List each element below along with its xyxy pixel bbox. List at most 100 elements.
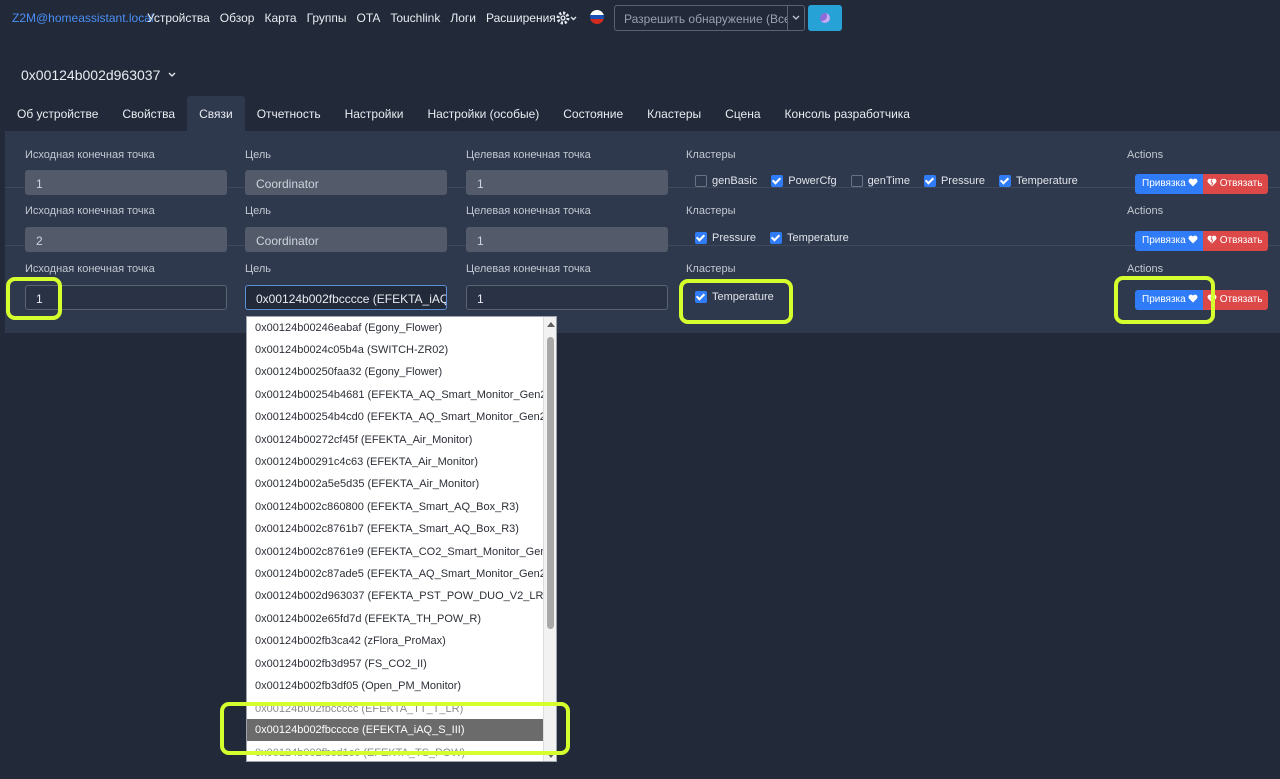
dropdown-option[interactable]: 0x00124b002fb3ca42 (zFlora_ProMax) [247, 630, 544, 652]
source-endpoint-select[interactable]: 1 [25, 285, 227, 310]
tab-settings-specific[interactable]: Настройки (особые) [415, 96, 551, 131]
cluster-label: PowerCfg [788, 175, 837, 187]
dropdown-option[interactable]: 0x00124b002c87ade5 (EFEKTA_AQ_Smart_Moni… [247, 563, 544, 585]
brand-link[interactable]: Z2M@homeassistant.local [12, 11, 154, 25]
broken-heart-icon [1207, 294, 1217, 306]
cluster-label: Pressure [940, 175, 985, 187]
scroll-up-icon[interactable] [547, 322, 555, 327]
bind-button-label: Привязка [1142, 235, 1186, 246]
bind-button-label: Привязка [1142, 294, 1186, 305]
device-title: 0x00124b002d963037 [21, 67, 161, 83]
permit-join-dropdown[interactable] [787, 5, 805, 31]
nav-link-touchlink[interactable]: Touchlink [390, 11, 440, 25]
permit-join-button[interactable]: Разрешить обнаружение (Все) [614, 5, 795, 31]
theme-toggle-button[interactable] [808, 5, 842, 31]
dropdown-option[interactable]: 0x00124b00291c4c63 (EFEKTA_Air_Monitor) [247, 451, 544, 473]
target-dropdown-list[interactable]: 0x00124b00246eabaf (Egony_Flower) 0x0012… [246, 316, 557, 762]
cluster-checkbox-temperature[interactable] [695, 291, 707, 303]
dropdown-option[interactable]: 0x00124b00246eabaf (Egony_Flower) [247, 317, 544, 339]
clusters-label: Кластеры [686, 149, 736, 161]
source-endpoint-label: Исходная конечная точка [25, 149, 155, 161]
tab-exposes[interactable]: Свойства [110, 96, 187, 131]
bind-button[interactable]: Привязка [1135, 290, 1203, 310]
cluster-label: genTime [867, 175, 910, 187]
cluster-checkbox-pressure[interactable] [923, 175, 936, 187]
top-navbar: Z2M@homeassistant.local Устройства Обзор… [0, 0, 1280, 36]
nav-link-groups[interactable]: Группы [307, 11, 347, 25]
tab-settings[interactable]: Настройки [333, 96, 416, 131]
dropdown-option[interactable]: 0x00124b002fb3d957 (FS_CO2_II) [247, 653, 544, 675]
cluster-label: Temperature [712, 291, 774, 303]
cluster-label: Temperature [787, 232, 849, 244]
dropdown-scrollbar[interactable] [543, 317, 556, 761]
device-tabs: Об устройстве Свойства Связи Отчетность … [5, 96, 922, 131]
dropdown-option[interactable]: 0x00124b002e65fd7d (EFEKTA_TH_POW_R) [247, 608, 544, 630]
cluster-checkbox-pressure[interactable] [695, 232, 707, 244]
cluster-checkbox-gentime[interactable] [850, 175, 863, 187]
broken-heart-icon [1207, 235, 1217, 247]
tab-reporting[interactable]: Отчетность [245, 96, 333, 131]
cluster-checkbox-temperature[interactable] [998, 175, 1011, 187]
cluster-checkboxes: Temperature [695, 291, 788, 303]
dropdown-option[interactable]: 0x00124b002d963037 (EFEKTA_PST_POW_DUO_V… [247, 585, 544, 607]
chevron-down-icon [168, 65, 176, 81]
dropdown-option[interactable]: 0x00124b002fbccccc (EFEKTA_TT_T_LR) [247, 698, 544, 720]
russian-flag-icon[interactable] [590, 10, 604, 24]
dropdown-option-selected[interactable]: 0x00124b002fbcccce (EFEKTA_iAQ_S_III) [247, 719, 544, 741]
nav-link-dashboard[interactable]: Обзор [220, 11, 255, 25]
dropdown-option[interactable]: 0x00124b0024c05b4a (SWITCH-ZR02) [247, 339, 544, 361]
cluster-checkbox-genbasic[interactable] [695, 175, 707, 187]
gear-icon[interactable] [556, 9, 578, 27]
cluster-checkbox-temperature[interactable] [770, 232, 783, 244]
theme-toggle-icon [820, 13, 830, 23]
dropdown-option[interactable]: 0x00124b002a5e5d35 (EFEKTA_Air_Monitor) [247, 473, 544, 495]
dropdown-option[interactable]: 0x00124b002fbcd1c6 (EFEKTA_TS_POW) [247, 742, 544, 761]
scroll-down-icon[interactable] [547, 753, 555, 758]
binding-row: Исходная конечная точка Цель Целевая кон… [5, 189, 1280, 252]
cluster-checkboxes: Pressure Temperature [695, 232, 863, 244]
tab-about[interactable]: Об устройстве [5, 96, 110, 131]
target-select[interactable]: 0x00124b002fbcccce (EFEKTA_iAQ_S_I [245, 285, 447, 310]
heart-icon [1188, 235, 1198, 247]
tab-state[interactable]: Состояние [551, 96, 635, 131]
dropdown-option[interactable]: 0x00124b002c8761b7 (EFEKTA_Smart_AQ_Box_… [247, 518, 544, 540]
tab-bind[interactable]: Связи [187, 96, 245, 131]
dropdown-option[interactable]: 0x00124b002fb3df05 (Open_PM_Monitor) [247, 675, 544, 697]
nav-link-map[interactable]: Карта [264, 11, 296, 25]
dropdown-option[interactable]: 0x00124b002c860800 (EFEKTA_Smart_AQ_Box_… [247, 496, 544, 518]
target-endpoint-label: Целевая конечная точка [466, 205, 591, 217]
nav-link-ota[interactable]: OTA [357, 11, 381, 25]
nav-links: Устройства Обзор Карта Группы OTA Touchl… [147, 11, 566, 25]
heart-icon [1188, 294, 1198, 306]
tab-scene[interactable]: Сцена [713, 96, 772, 131]
dropdown-option[interactable]: 0x00124b00250faa32 (Egony_Flower) [247, 361, 544, 383]
source-endpoint-label: Исходная конечная точка [25, 205, 155, 217]
dropdown-option[interactable]: 0x00124b00254b4cd0 (EFEKTA_AQ_Smart_Moni… [247, 406, 544, 428]
target-endpoint-label: Целевая конечная точка [466, 263, 591, 275]
bind-button-label: Привязка [1142, 178, 1186, 189]
unbind-button[interactable]: Отвязать [1203, 290, 1268, 310]
unbind-button-label: Отвязать [1219, 235, 1263, 246]
clusters-label: Кластеры [686, 263, 736, 275]
binding-row: Исходная конечная точка Цель Целевая кон… [5, 131, 1280, 195]
actions-label: Actions [1127, 149, 1164, 161]
new-binding-row: Исходная конечная точка Цель Целевая кон… [5, 247, 1280, 310]
nav-link-extensions[interactable]: Расширения [486, 11, 556, 25]
dropdown-option[interactable]: 0x00124b002c8761e9 (EFEKTA_CO2_Smart_Mon… [247, 541, 544, 563]
target-endpoint-select[interactable]: 1 [466, 285, 668, 310]
cluster-checkboxes: genBasic PowerCfg genTime Pressure Tempe… [695, 175, 1092, 187]
nav-link-logs[interactable]: Логи [450, 11, 476, 25]
cluster-checkbox-powercfg[interactable] [771, 175, 784, 187]
target-endpoint-label: Целевая конечная точка [466, 149, 591, 161]
actions-label: Actions [1127, 263, 1164, 275]
tab-dev-console[interactable]: Консоль разработчика [773, 96, 922, 131]
unbind-button-label: Отвязать [1219, 294, 1263, 305]
nav-link-devices[interactable]: Устройства [147, 11, 210, 25]
scroll-thumb[interactable] [547, 337, 554, 629]
device-selector[interactable]: 0x00124b002d963037 [21, 65, 176, 83]
dropdown-option[interactable]: 0x00124b00254b4681 (EFEKTA_AQ_Smart_Moni… [247, 384, 544, 406]
dropdown-option[interactable]: 0x00124b00272cf45f (EFEKTA_Air_Monitor) [247, 429, 544, 451]
tab-clusters[interactable]: Кластеры [635, 96, 713, 131]
cluster-label: Pressure [712, 232, 757, 244]
target-label: Цель [245, 263, 272, 275]
